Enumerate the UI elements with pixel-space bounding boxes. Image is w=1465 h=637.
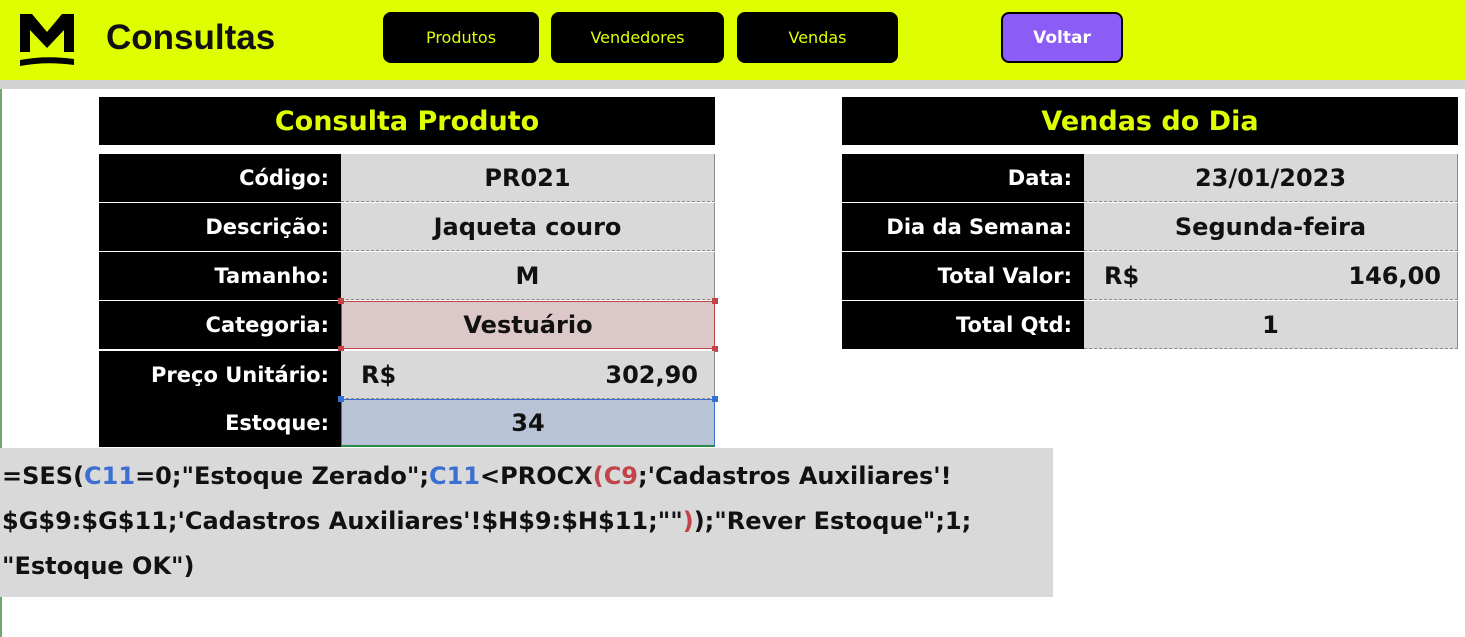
total-valor-cell[interactable]: R$ 146,00	[1084, 252, 1458, 300]
dia-semana-cell[interactable]: Segunda-feira	[1084, 203, 1458, 251]
tamanho-row: Tamanho: M	[99, 252, 715, 300]
formula-cell-ref: (C9	[592, 462, 638, 490]
codigo-label: Código:	[99, 154, 341, 202]
selection-handle[interactable]	[712, 396, 718, 402]
total-qtd-label: Total Qtd:	[842, 301, 1084, 349]
formula-part: "Estoque OK")	[2, 552, 195, 580]
preco-row: Preço Unitário: R$ 302,90	[99, 351, 715, 399]
formula-cell-ref: C11	[84, 462, 136, 490]
formula-cell-ref: C11	[429, 462, 481, 490]
total-qtd-row: Total Qtd: 1	[842, 301, 1458, 349]
page-title: Consultas	[106, 18, 276, 57]
estoque-row: Estoque: 34	[99, 399, 715, 447]
codigo-cell[interactable]: PR021	[341, 154, 715, 202]
dia-semana-label: Dia da Semana:	[842, 203, 1084, 251]
dia-semana-row: Dia da Semana: Segunda-feira	[842, 203, 1458, 251]
voltar-button[interactable]: Voltar	[1001, 12, 1123, 63]
formula-part: <PROCX	[480, 462, 593, 490]
logo-m-icon	[20, 14, 74, 66]
descricao-cell[interactable]: Jaqueta couro	[341, 203, 715, 251]
total-valor-currency: R$	[1104, 261, 1140, 290]
nav-vendas-button[interactable]: Vendas	[737, 12, 898, 63]
total-valor-label: Total Valor:	[842, 252, 1084, 300]
formula-part: $G$9:$G$11;'Cadastros Auxiliares'!$H$9:$…	[2, 507, 683, 535]
categoria-cell[interactable]: Vestuário	[341, 301, 715, 349]
total-qtd-cell[interactable]: 1	[1084, 301, 1458, 349]
header-divider	[0, 80, 1465, 89]
selection-handle[interactable]	[712, 298, 718, 304]
formula-part: );"Rever Estoque";1;	[693, 507, 972, 535]
categoria-row: Categoria: Vestuário	[99, 301, 715, 349]
descricao-row: Descrição: Jaqueta couro	[99, 203, 715, 251]
estoque-label: Estoque:	[99, 399, 341, 447]
consulta-produto-title: Consulta Produto	[99, 97, 715, 145]
preco-cell[interactable]: R$ 302,90	[341, 351, 715, 399]
formula-part: ;'Cadastros Auxiliares'!	[638, 462, 952, 490]
tamanho-label: Tamanho:	[99, 252, 341, 300]
nav-vendedores-button[interactable]: Vendedores	[551, 12, 724, 63]
estoque-cell[interactable]: 34	[341, 399, 715, 447]
preco-label: Preço Unitário:	[99, 351, 341, 399]
formula-text[interactable]: =SES(C11=0;"Estoque Zerado";C11<PROCX(C9…	[0, 448, 1053, 597]
formula-paren: )	[682, 507, 694, 535]
descricao-label: Descrição:	[99, 203, 341, 251]
vendas-do-dia-title: Vendas do Dia	[842, 97, 1458, 145]
categoria-label: Categoria:	[99, 301, 341, 349]
formula-part: =0;"Estoque Zerado";	[135, 462, 429, 490]
codigo-row: Código: PR021	[99, 154, 715, 202]
formula-part: =SES(	[2, 462, 85, 490]
preco-currency: R$	[361, 360, 397, 389]
preco-value: 302,90	[605, 360, 698, 389]
data-cell[interactable]: 23/01/2023	[1084, 154, 1458, 202]
tamanho-cell[interactable]: M	[341, 252, 715, 300]
data-label: Data:	[842, 154, 1084, 202]
total-valor-row: Total Valor: R$ 146,00	[842, 252, 1458, 300]
selection-handle[interactable]	[338, 298, 344, 304]
total-valor-value: 146,00	[1348, 261, 1441, 290]
nav-produtos-button[interactable]: Produtos	[383, 12, 539, 63]
selection-handle[interactable]	[338, 396, 344, 402]
data-row: Data: 23/01/2023	[842, 154, 1458, 202]
